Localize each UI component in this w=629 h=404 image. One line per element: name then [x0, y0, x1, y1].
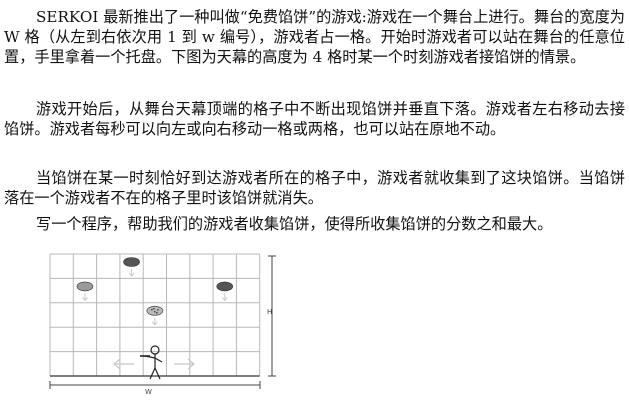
pie-icon	[216, 281, 234, 302]
game-figure: H W	[49, 253, 276, 396]
height-dimension	[268, 255, 276, 377]
document-page: SERKOI 最新推出了一种叫做“免费馅饼”的游戏:游戏在一个舞台上进行。舞台的…	[0, 0, 629, 404]
pie-icon	[123, 257, 140, 277]
pie-icon	[146, 305, 164, 326]
pie-icon	[76, 281, 94, 302]
pies-layer	[76, 257, 234, 326]
move-right-arrow-icon	[174, 358, 195, 370]
width-dimension	[49, 381, 261, 389]
paragraph-task: 写一个程序，帮助我们的游戏者收集馅饼，使得所收集馅饼的分数之和最大。	[36, 215, 553, 233]
height-label: H	[267, 308, 272, 316]
paragraph-intro: SERKOI 最新推出了一种叫做“免费馅饼”的游戏:游戏在一个舞台上进行。舞台的…	[4, 8, 625, 66]
paragraph-rules: 游戏开始后，从舞台天幕顶端的格子中不断出现馅饼并垂直下落。游戏者左右移动去接馅饼…	[4, 100, 625, 138]
move-left-arrow-icon	[113, 358, 134, 370]
width-label: W	[145, 388, 152, 396]
paragraph-collect: 当馅饼在某一时刻恰好到达游戏者所在的格子中，游戏者就收集到了这块馅饼。当馅饼落在…	[4, 169, 625, 207]
